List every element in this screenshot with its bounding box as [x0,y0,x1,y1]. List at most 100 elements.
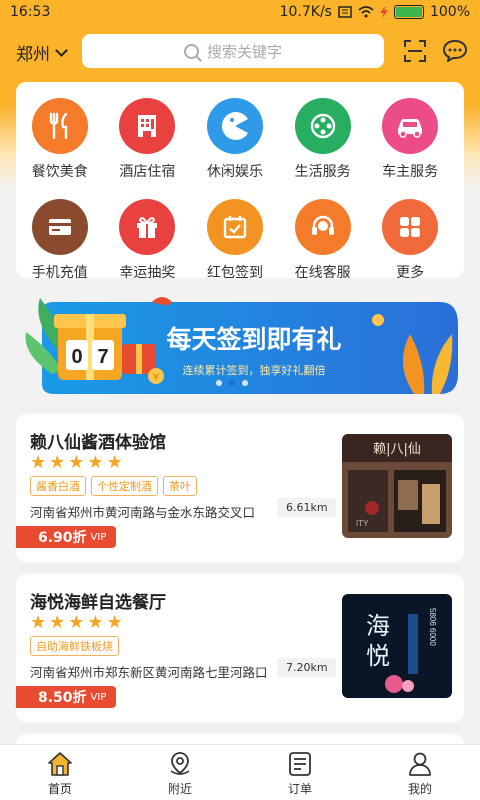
category-item[interactable]: 休闲娱乐 [191,98,279,181]
search-icon [183,43,199,59]
shop-name: 海悦海鲜自选餐厅 [30,593,166,613]
nav-orders[interactable]: 订单 [240,745,360,800]
shop-tags: 酱香白酒 个性定制酒 茶叶 [30,476,197,496]
category-label: 车主服务 [382,164,439,180]
charging-icon [379,6,388,18]
nav-label: 首页 [47,782,72,796]
search-input[interactable]: 搜索关键字 [82,34,384,68]
shop-sign-text: 海 [366,612,390,640]
shop-tag: 自助海鲜铁板烧 [30,636,119,656]
discount-badge: 8.50折 VIP [16,686,117,708]
category-item[interactable]: 红包签到 [191,199,279,282]
category-item[interactable]: 更多 [366,199,454,282]
shop-tags: 自助海鲜铁板烧 [30,636,119,656]
shop-card[interactable]: 赖八仙酱酒体验馆 ★ ★ ★ ★ ★ 酱香白酒 个性定制酒 茶叶 河南省郑州市黄河南路与… [16,414,464,562]
shop-tag: 酱香白酒 [30,476,86,496]
headset-icon [294,199,351,255]
banner-dot-active[interactable] [229,380,235,386]
star-icon: ★ [68,612,85,633]
star-icon: ★ [30,452,47,473]
status-bar: 16:53 10.7K/s 100% [0,0,480,24]
shop-distance: 6.61km [278,498,336,517]
shop-sign-text: 赖|八|仙 [373,442,421,457]
nav-nearby[interactable]: 附近 [120,745,240,800]
star-icon: ★ [106,452,123,473]
city-name: 郑州 [16,45,50,65]
shop-address: 河南省郑州市黄河南路与金水东路交叉口 [30,505,256,520]
grid-icon [382,199,439,255]
star-icon: ★ [49,612,66,633]
chevron-down-icon [55,43,68,57]
nav-label: 我的 [407,782,432,796]
shop-photo[interactable]: 海 悦 5806 6000 [342,594,452,698]
location-pin-icon [170,752,190,775]
gift-icon [119,199,176,255]
card-icon [31,199,88,255]
category-label: 酒店住宿 [119,164,176,180]
category-item[interactable]: 车主服务 [366,98,454,181]
scan-icon[interactable] [404,40,426,62]
nav-label: 附近 [167,782,192,796]
category-item[interactable]: 手机充值 [16,199,104,282]
shop-rating: ★ ★ ★ ★ ★ [30,614,123,632]
nav-profile[interactable]: 我的 [360,745,480,800]
category-label: 幸运抽奖 [119,265,176,281]
discount-value: 8.50折 [38,690,87,706]
home-icon [48,752,72,776]
film-reel-icon [294,98,351,154]
search-placeholder: 搜索关键字 [206,42,282,61]
pacman-icon [206,98,263,154]
star-icon: ★ [87,612,104,633]
shop-card[interactable]: 海悦海鲜自选餐厅 ★ ★ ★ ★ ★ 自助海鲜铁板烧 河南省郑州市郑东新区黄河南路七里河… [16,574,464,722]
discount-value: 6.90折 [38,530,87,546]
shop-photo[interactable]: 赖|八|仙 ITY [342,434,452,538]
banner-dot[interactable] [216,380,222,386]
bottom-navigation: 首页 附近 订单 我的 [0,744,480,800]
wifi-icon [358,6,374,18]
utensils-icon [31,98,88,154]
star-icon: ★ [49,452,66,473]
battery-level: 100% [429,4,470,20]
shop-address: 河南省郑州市郑东新区黄河南路七里河路口 [30,665,268,680]
car-service-icon [382,98,439,154]
banner-dot[interactable] [242,380,248,386]
shop-sign-text-2: ITY [356,519,369,528]
category-label: 餐饮美食 [31,164,88,180]
star-icon: ★ [87,452,104,473]
category-label: 在线客服 [294,265,351,281]
shop-tag: 个性定制酒 [91,476,158,496]
nav-label: 订单 [287,782,312,796]
category-item[interactable]: 在线客服 [279,199,367,282]
category-label: 休闲娱乐 [206,164,263,180]
shop-tag: 茶叶 [163,476,197,496]
category-panel: 餐饮美食 酒店住宿 休闲娱乐 生活服务 车主服务手机充值 幸运抽奖 红包签到 在线客服 更多 [16,82,464,281]
banner-digit-2: 7 [97,346,108,368]
star-icon: ★ [30,612,47,633]
shop-name: 赖八仙酱酒体验馆 [30,433,166,453]
shop-sign-text-2: 悦 [366,642,390,670]
category-item[interactable]: 生活服务 [279,98,367,181]
nav-home[interactable]: 首页 [0,745,120,800]
message-icon[interactable] [443,40,467,62]
battery-icon [393,5,424,19]
star-icon: ★ [106,612,123,633]
category-item[interactable]: 酒店住宿 [104,98,192,181]
category-label: 红包签到 [206,265,263,281]
user-icon [409,752,431,776]
sim-icon [338,6,352,18]
calendar-check-icon [206,199,263,255]
category-item[interactable]: 幸运抽奖 [104,199,192,282]
shop-distance: 7.20km [278,658,336,677]
shop-rating: ★ ★ ★ ★ ★ [30,454,123,472]
banner-subtitle: 连续累计签到，独享好礼翻倍 [183,363,326,377]
banner-pagination [216,380,248,386]
category-item[interactable]: 餐饮美食 [16,98,104,181]
vip-label: VIP [90,531,107,543]
category-label: 手机充值 [31,265,88,281]
banner-digit-1: 0 [71,346,82,368]
status-time: 16:53 [10,4,51,20]
city-selector[interactable]: 郑州 [16,40,68,65]
order-list-icon [289,752,311,776]
top-header: 郑州 搜索关键字 [0,32,480,72]
network-speed: 10.7K/s [279,4,332,20]
